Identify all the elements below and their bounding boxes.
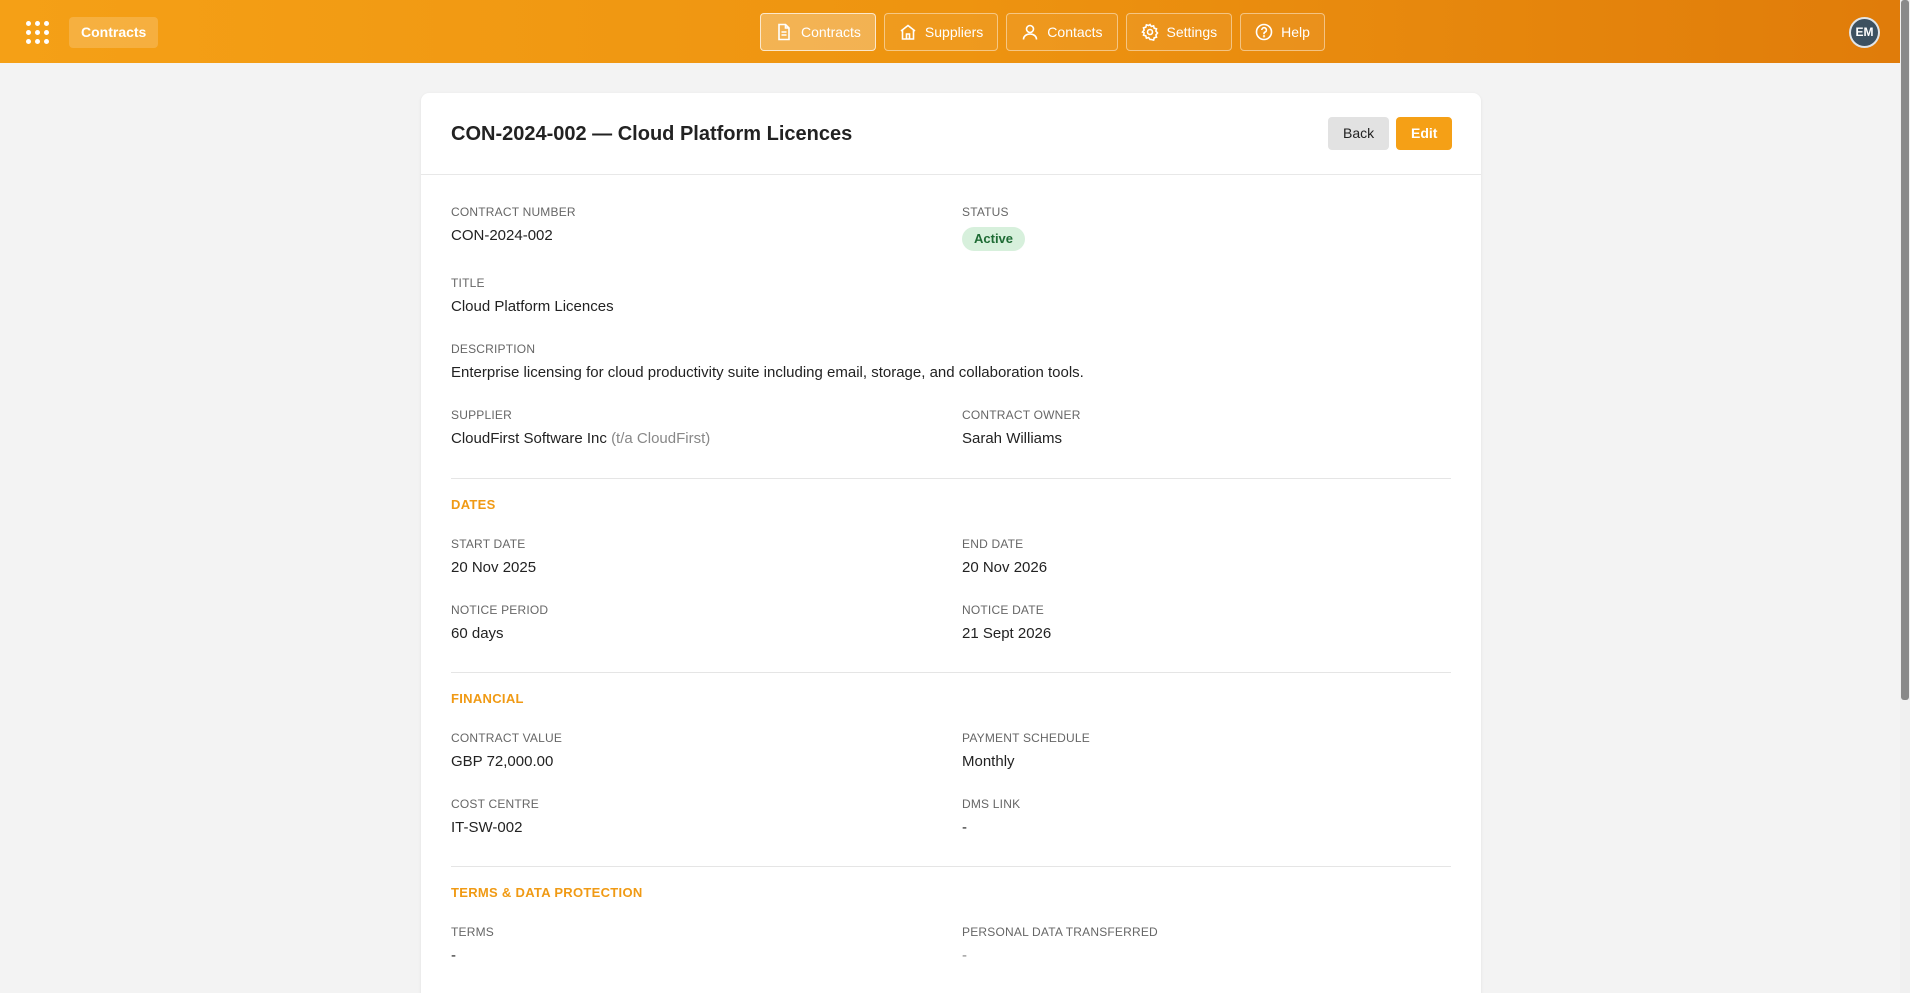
field-value: - xyxy=(962,819,967,836)
field-label: Terms xyxy=(451,925,494,939)
field-status: Status Active xyxy=(962,205,1026,251)
field-contract-owner: Contract Owner Sarah Williams xyxy=(962,408,1081,447)
nav-item-suppliers[interactable]: Suppliers xyxy=(883,13,999,51)
field-label: DMS Link xyxy=(962,797,1021,811)
field-title: Title Cloud Platform Licences xyxy=(451,276,614,315)
page-title: CON-2024-002 — Cloud Platform Licences xyxy=(451,123,853,145)
field-value: GBP 72,000.00 xyxy=(451,753,554,770)
section-divider xyxy=(451,672,1451,673)
field-label: Notice Date xyxy=(962,603,1044,617)
app-title[interactable]: Contracts xyxy=(69,17,159,48)
main-nav: Contracts Suppliers Contacts Settings He… xyxy=(760,13,1325,51)
nav-label: Settings xyxy=(1166,24,1218,40)
supplier-trading-as: (t/a CloudFirst) xyxy=(611,430,711,447)
field-cost-centre: Cost Centre IT-SW-002 xyxy=(451,797,539,836)
field-contract-number: Contract Number CON-2024-002 xyxy=(451,205,576,244)
field-notice-date: Notice Date 21 Sept 2026 xyxy=(962,603,1051,642)
field-label: Description xyxy=(451,342,536,356)
nav-label: Contacts xyxy=(1047,24,1103,40)
back-button[interactable]: Back xyxy=(1328,117,1390,150)
user-avatar[interactable]: EM xyxy=(1849,17,1880,48)
field-value: CON-2024-002 xyxy=(451,227,553,244)
gear-icon xyxy=(1140,23,1159,41)
section-divider xyxy=(451,866,1451,867)
field-label: Payment Schedule xyxy=(962,731,1090,745)
edit-button[interactable]: Edit xyxy=(1396,117,1453,150)
card-header: CON-2024-002 — Cloud Platform Licences B… xyxy=(421,93,1481,175)
top-navigation-bar: Contracts Contracts Suppliers Contacts S… xyxy=(0,0,1900,63)
field-label: Contract Number xyxy=(451,205,576,219)
nav-item-contracts[interactable]: Contracts xyxy=(760,13,876,51)
section-title-terms: Terms & Data Protection xyxy=(451,885,643,900)
help-icon xyxy=(1255,23,1273,41)
nav-item-contacts[interactable]: Contacts xyxy=(1006,13,1118,51)
field-value: 21 Sept 2026 xyxy=(962,625,1052,642)
app-launcher-icon[interactable] xyxy=(24,19,50,45)
field-payment-schedule: Payment Schedule Monthly xyxy=(962,731,1090,770)
field-value: - xyxy=(962,947,967,964)
field-label: Start Date xyxy=(451,537,526,551)
page-scrollbar[interactable] xyxy=(1900,0,1910,993)
field-start-date: Start Date 20 Nov 2025 xyxy=(451,537,536,576)
field-label: Cost Centre xyxy=(451,797,539,811)
scrollbar-thumb[interactable] xyxy=(1901,0,1909,700)
field-value: 60 days xyxy=(451,625,504,642)
status-badge: Active xyxy=(962,227,1026,251)
nav-label: Suppliers xyxy=(924,24,984,40)
nav-label: Help xyxy=(1281,24,1310,40)
field-supplier: Supplier CloudFirst Software Inc (t/a Cl… xyxy=(451,408,710,447)
field-value: Monthly xyxy=(962,753,1015,770)
section-divider xyxy=(451,478,1451,479)
field-contract-value: Contract Value GBP 72,000.00 xyxy=(451,731,562,770)
building-icon xyxy=(900,24,916,40)
field-label: Notice Period xyxy=(451,603,549,617)
field-label: Status xyxy=(962,205,1009,219)
field-value: 20 Nov 2025 xyxy=(451,559,537,576)
field-label: Personal Data Transferred xyxy=(962,925,1158,939)
field-label: End Date xyxy=(962,537,1024,551)
field-terms: Terms - xyxy=(451,925,494,964)
field-value: Cloud Platform Licences xyxy=(451,298,614,315)
field-notice-period: Notice Period 60 days xyxy=(451,603,548,642)
nav-item-help[interactable]: Help xyxy=(1240,13,1325,51)
section-title-financial: Financial xyxy=(451,691,524,706)
field-value: 20 Nov 2026 xyxy=(962,559,1048,576)
field-value: Enterprise licensing for cloud productiv… xyxy=(451,364,1084,381)
person-icon xyxy=(1022,24,1038,40)
contract-detail-card: CON-2024-002 — Cloud Platform Licences B… xyxy=(421,93,1481,993)
field-label: Contract Value xyxy=(451,731,563,745)
supplier-name[interactable]: CloudFirst Software Inc xyxy=(451,430,607,447)
document-icon xyxy=(778,23,790,41)
field-value: Sarah Williams xyxy=(962,430,1063,447)
field-label: Contract Owner xyxy=(962,408,1081,422)
field-value: IT-SW-002 xyxy=(451,819,523,836)
field-label: Supplier xyxy=(451,408,512,422)
field-end-date: End Date 20 Nov 2026 xyxy=(962,537,1047,576)
field-value: CloudFirst Software Inc (t/a CloudFirst) xyxy=(451,430,710,447)
field-label: Title xyxy=(451,276,485,290)
field-value: - xyxy=(451,947,456,964)
section-title-dates: Dates xyxy=(451,497,496,512)
field-dms-link: DMS Link - xyxy=(962,797,1020,836)
field-description: Description Enterprise licensing for clo… xyxy=(451,342,1084,381)
nav-label: Contracts xyxy=(801,24,861,40)
nav-item-settings[interactable]: Settings xyxy=(1125,13,1233,51)
field-personal-data-transferred: Personal Data Transferred - xyxy=(962,925,1158,964)
